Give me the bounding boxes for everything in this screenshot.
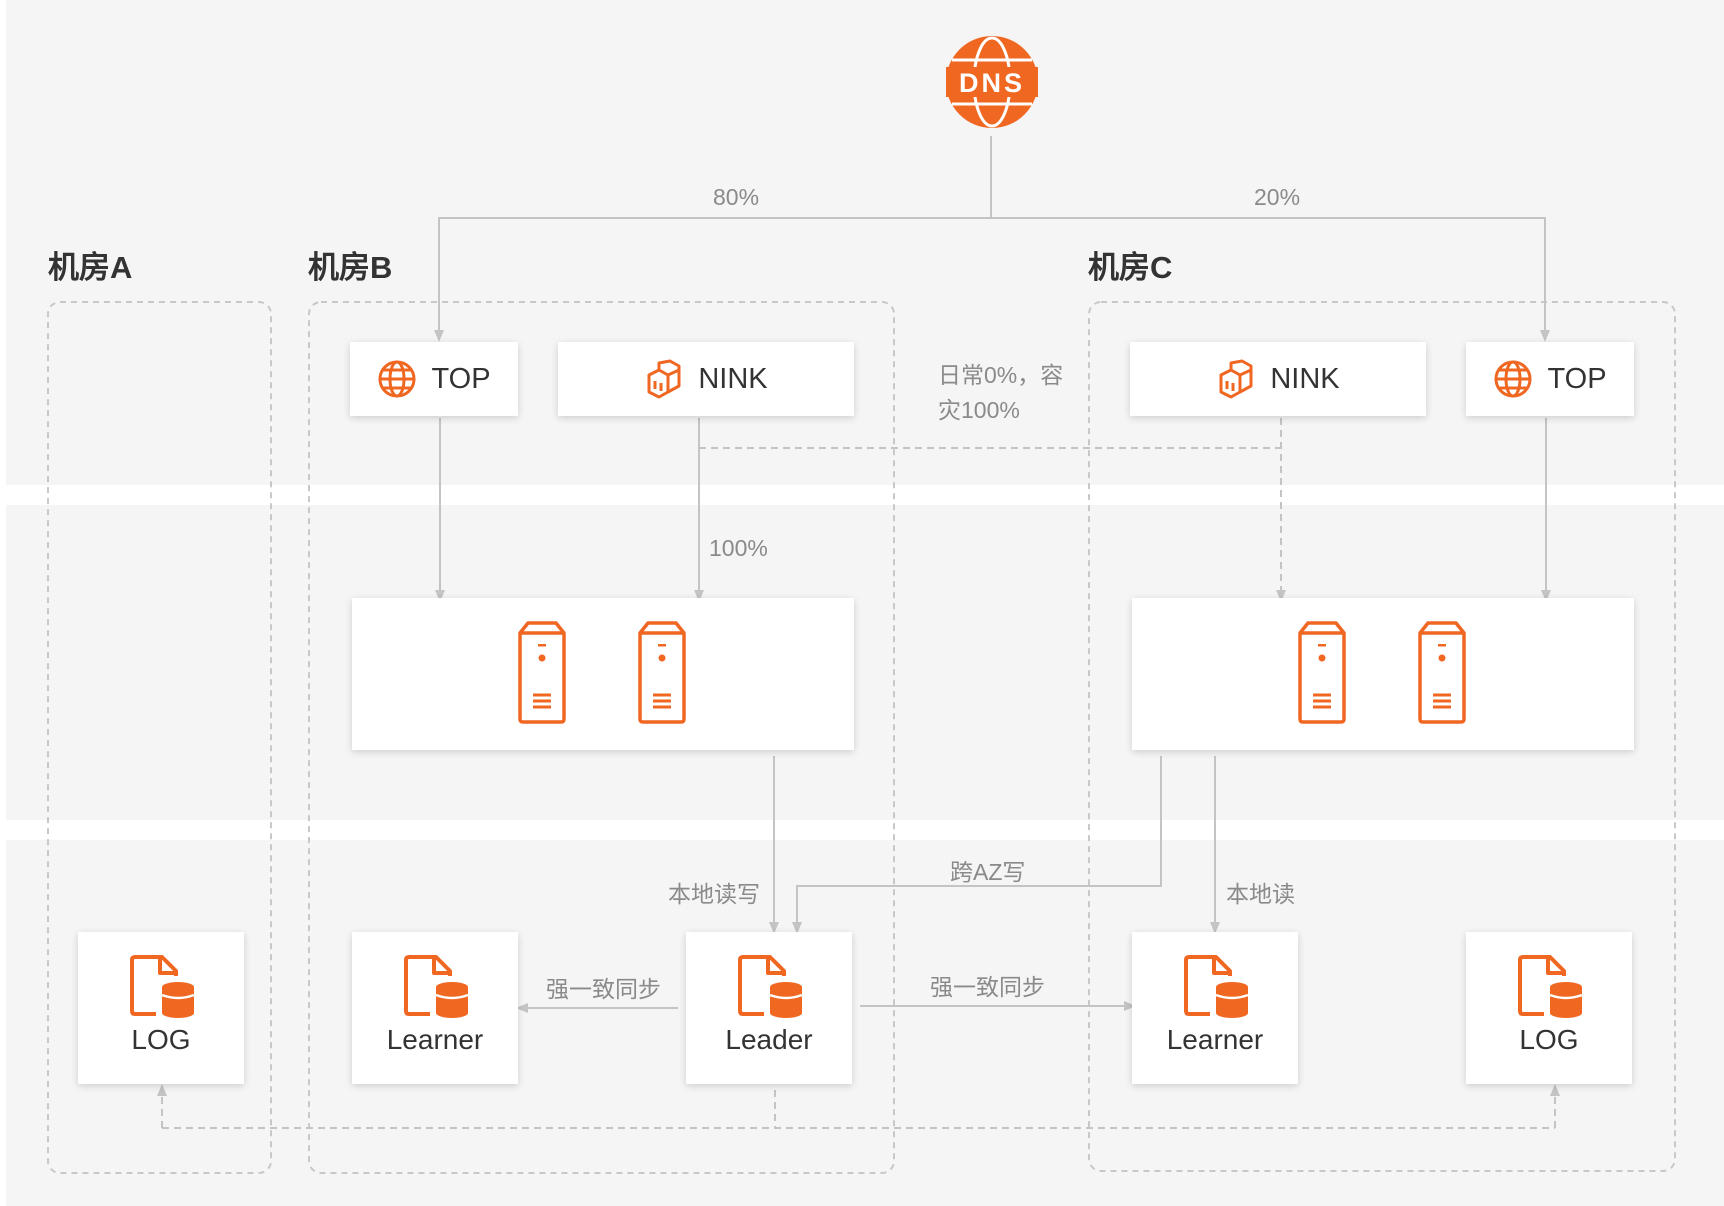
document-database-icon <box>404 955 469 1018</box>
label-cross-az: 跨AZ写 <box>950 859 1026 885</box>
b-top-card[interactable]: TOP <box>350 342 518 416</box>
room-c-title: 机房C <box>1088 250 1173 285</box>
dns-globe-icon: DNS <box>946 36 1038 128</box>
b-leader-label: Leader <box>725 1024 813 1055</box>
b-leader-card[interactable]: Leader <box>686 932 852 1084</box>
b-server-group[interactable] <box>352 598 854 750</box>
b-nink-label: NINK <box>698 362 768 395</box>
c-log-card[interactable]: LOG <box>1466 932 1632 1084</box>
b-learner-card[interactable]: Learner <box>352 932 518 1084</box>
label-local-read: 本地读 <box>1226 881 1295 907</box>
c-learner-card[interactable]: Learner <box>1132 932 1298 1084</box>
server-tower-icon <box>1418 621 1466 724</box>
label-local-rw: 本地读写 <box>668 881 760 907</box>
edge-c-servers-to-leader <box>792 756 1162 934</box>
document-database-icon <box>130 955 195 1018</box>
edge-dns-to-c-top <box>991 217 1550 342</box>
nink-blocks-icon <box>647 359 681 399</box>
c-server-icons <box>1298 621 1466 724</box>
dns-node: DNS <box>944 34 1040 130</box>
document-database-icon <box>738 955 803 1018</box>
label-dns-right: 20% <box>1254 184 1301 210</box>
document-database-icon <box>1518 955 1583 1018</box>
edge-dns-to-b-top <box>434 217 991 342</box>
document-database-icon <box>1184 955 1249 1018</box>
a-log-card[interactable]: LOG <box>78 932 244 1084</box>
server-tower-icon <box>638 621 686 724</box>
label-nink-b: 100% <box>709 535 768 561</box>
b-nink-card[interactable]: NINK <box>558 342 854 416</box>
c-server-group[interactable] <box>1132 598 1634 750</box>
dns-label: DNS <box>959 68 1025 98</box>
label-disaster: 日常0%，容灾100% <box>938 362 1064 423</box>
label-sync-right: 强一致同步 <box>930 974 1045 1000</box>
c-top-label: TOP <box>1547 362 1607 395</box>
b-learner-label: Learner <box>386 1024 484 1055</box>
room-b-title: 机房B <box>308 250 393 285</box>
room-a-title: 机房A <box>48 250 133 285</box>
label-dns-left: 80% <box>713 184 760 210</box>
server-tower-icon <box>1298 621 1346 724</box>
nink-blocks-icon <box>1219 359 1253 399</box>
globe-icon <box>1494 360 1532 398</box>
c-log-label: LOG <box>1519 1024 1579 1055</box>
c-learner-label: Learner <box>1166 1024 1264 1055</box>
b-server-icons <box>518 621 686 724</box>
c-nink-label: NINK <box>1270 362 1340 395</box>
b-top-label: TOP <box>431 362 491 395</box>
c-top-card[interactable]: TOP <box>1466 342 1634 416</box>
label-sync-left: 强一致同步 <box>546 976 661 1002</box>
globe-icon <box>378 360 416 398</box>
a-log-label: LOG <box>131 1024 191 1055</box>
server-tower-icon <box>518 621 566 724</box>
c-nink-card[interactable]: NINK <box>1130 342 1426 416</box>
diagram-canvas: DNS 机房A 机房B 机房C TOP NINK NINK TOP LOG Le… <box>0 0 1724 1206</box>
